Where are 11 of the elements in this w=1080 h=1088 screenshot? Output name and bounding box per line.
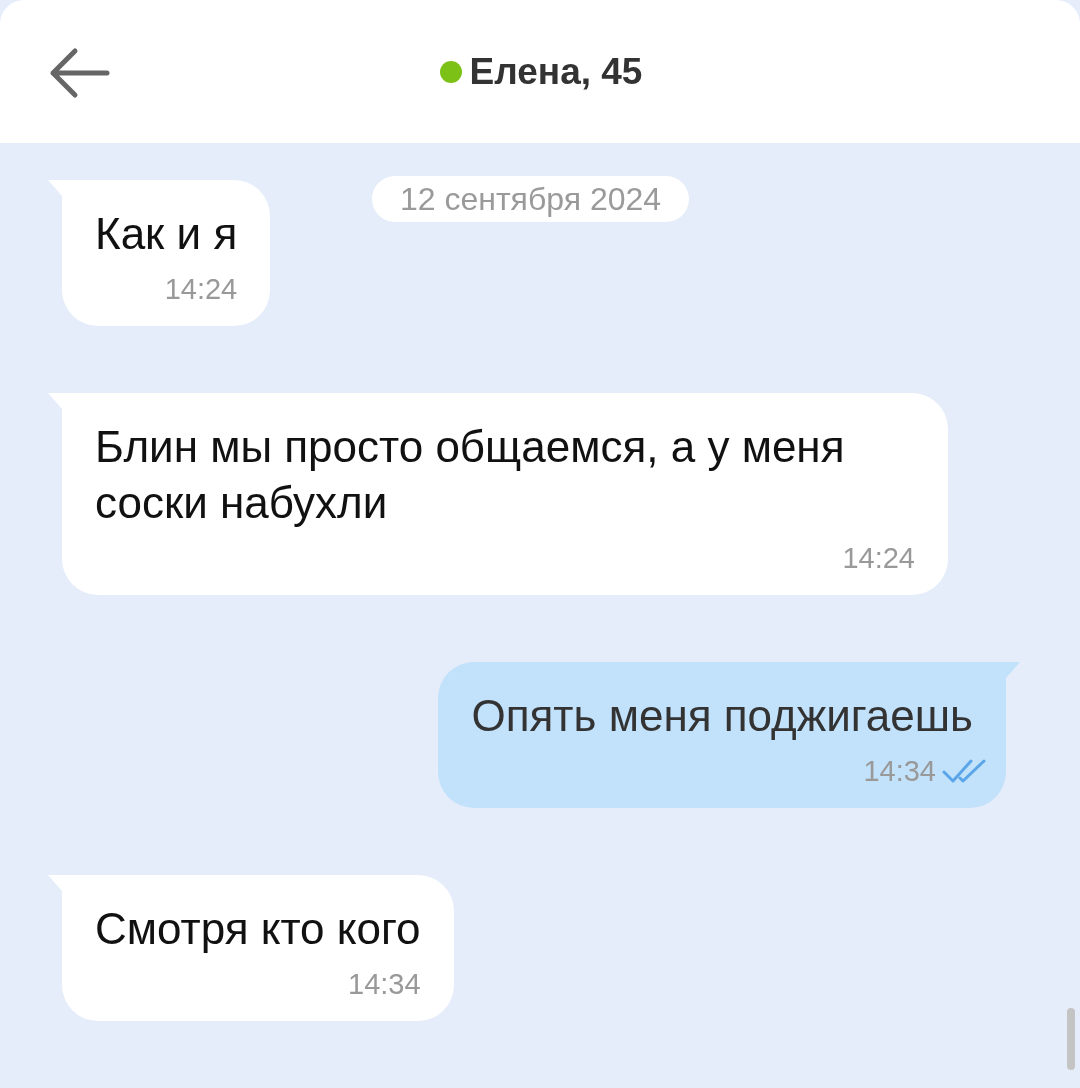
message-time: 14:34 [863, 754, 936, 788]
message-time: 14:24 [164, 272, 238, 306]
contact-name: Елена, 45 [469, 50, 643, 93]
message-text: Смотря кто кого [95, 903, 421, 955]
message-time: 14:34 [348, 967, 421, 1001]
message-text: Как и я [95, 208, 238, 260]
message-text: Опять меня поджигаешь [471, 690, 974, 742]
message-text: Блин мы просто общаемся, а у меня соски набухли [95, 421, 846, 529]
message-time: 14:24 [842, 541, 915, 575]
scrollbar [1067, 1008, 1075, 1070]
date-label: 12 сентября 2024 [372, 176, 690, 222]
